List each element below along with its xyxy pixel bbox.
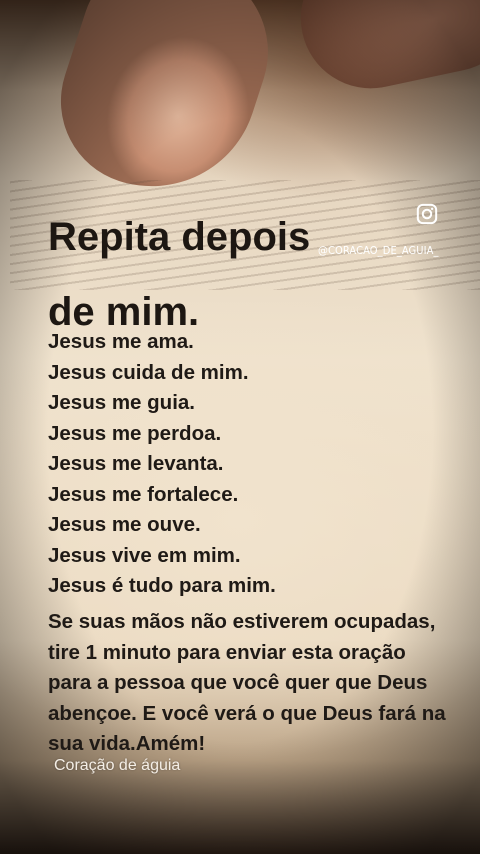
prayer-line: Jesus é tudo para mim.	[48, 574, 276, 597]
instagram-icon	[416, 203, 438, 225]
prayer-line: Jesus me perdoa.	[48, 421, 222, 445]
instagram-handle: @CORACAO_DE_AGUIA_	[318, 244, 439, 257]
prayer-line: Jesus me levanta.	[48, 452, 224, 475]
watermark: Coração de águia	[54, 757, 181, 774]
prayer-line: Jesus cuida de mim.	[48, 360, 249, 384]
prayer-line: Jesus me fortalece.	[48, 482, 239, 506]
prayer-line: Jesus me guia.	[48, 391, 195, 414]
prayer-lines: Jesus me ama. Jesus cuida de mim. Jesus …	[48, 327, 468, 602]
prayer-line: Jesus me ouve.	[48, 513, 201, 536]
closing-message: Se suas mãos não estiverem ocupadas, tir…	[48, 610, 446, 755]
prayer-line: Jesus me ama.	[48, 330, 194, 353]
prayer-line: Jesus vive em mim.	[48, 543, 241, 567]
title-line-1: Repita depois	[48, 215, 311, 259]
